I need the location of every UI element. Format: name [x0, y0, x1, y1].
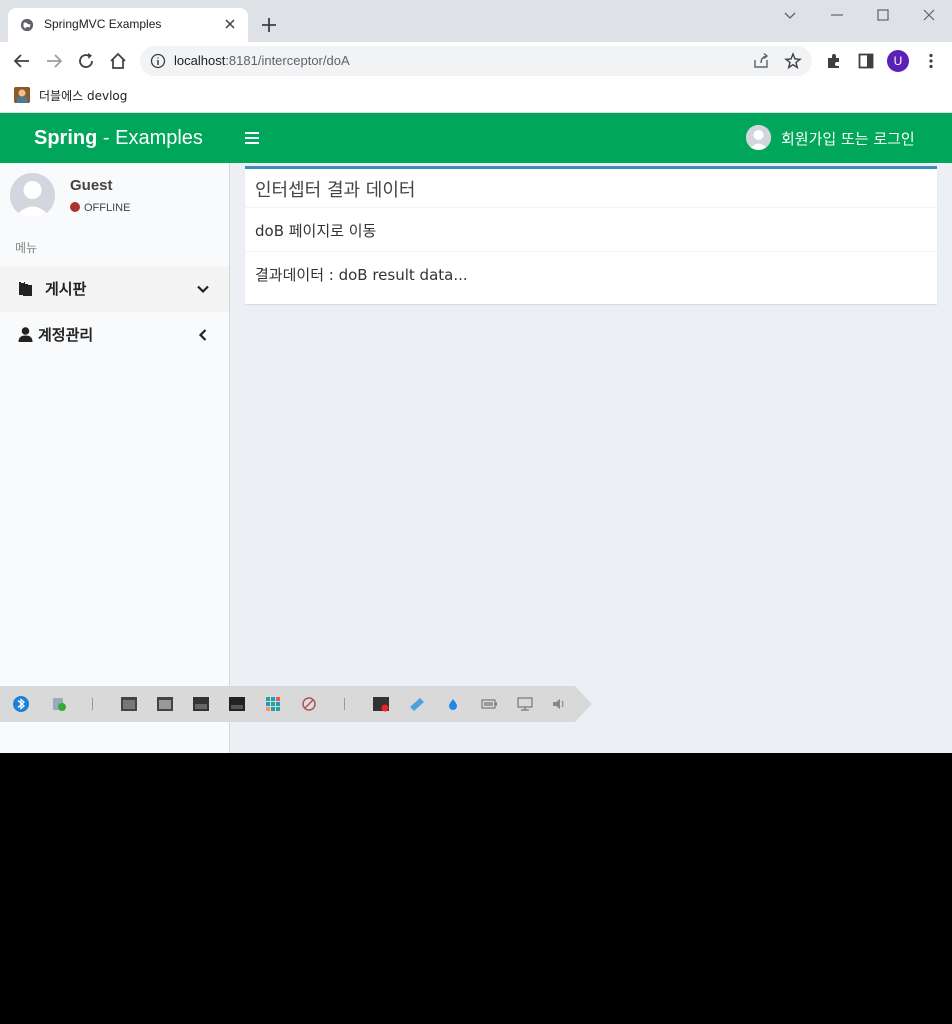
sidebar-item-label: 게시판 [45, 280, 87, 298]
star-icon[interactable] [784, 52, 802, 70]
volume-icon[interactable] [550, 695, 568, 713]
reload-icon[interactable] [76, 51, 96, 71]
tab-search-icon[interactable] [781, 6, 799, 24]
capture-icon[interactable] [408, 695, 426, 713]
tray-separator [344, 698, 345, 710]
top-navbar: 회원가입 또는 로그인 [230, 113, 952, 163]
home-icon[interactable] [108, 51, 128, 71]
bluetooth-icon[interactable] [12, 695, 30, 713]
user-avatar-icon [746, 125, 771, 150]
box-header: 인터셉터 결과 데이터 [245, 169, 937, 208]
url-text: localhost:8181/interceptor/doA [174, 53, 350, 68]
memory-monitor-icon[interactable] [156, 695, 174, 713]
menu-header: 메뉴 [15, 241, 38, 255]
result-data-text: 결과데이터 : doB result data... [255, 266, 468, 284]
bookmark-label: 더블에스 devlog [39, 89, 128, 103]
avatar [10, 173, 55, 218]
network-monitor-icon[interactable] [228, 695, 246, 713]
bookmark-favicon-icon [14, 87, 30, 103]
globe-icon [20, 18, 34, 32]
address-bar[interactable]: localhost:8181/interceptor/doA [140, 46, 812, 76]
tab-strip: SpringMVC Examples [0, 0, 952, 42]
url-path: :8181/interceptor/doA [225, 53, 350, 68]
network-drive-icon[interactable] [50, 695, 68, 713]
share-icon[interactable] [752, 52, 770, 70]
brand-rest: - Examples [97, 127, 203, 149]
user-panel: Guest OFFLINE [0, 163, 229, 229]
tray-separator [92, 698, 93, 710]
result-box: 인터셉터 결과 데이터 doB 페이지로 이동 결과데이터 : doB resu… [245, 166, 937, 304]
user-name: Guest [70, 177, 113, 194]
browser-window: SpringMVC Examples localhost:8181/interc… [0, 0, 952, 753]
url-host: localhost [174, 53, 226, 68]
info-icon[interactable] [150, 53, 166, 69]
hamburger-icon[interactable] [244, 130, 260, 146]
brand-logo[interactable]: Spring - Examples [0, 113, 230, 163]
cpu-monitor-icon[interactable] [120, 695, 138, 713]
extensions-icon[interactable] [825, 52, 843, 70]
app-grid-icon[interactable] [264, 695, 282, 713]
sidebar-item-board[interactable]: 게시판 [0, 266, 229, 312]
drop-icon[interactable] [444, 695, 462, 713]
status-badge: OFFLINE [70, 202, 130, 214]
tab-active[interactable]: SpringMVC Examples [8, 8, 248, 42]
offline-dot-icon [70, 202, 80, 212]
minimize-icon[interactable] [828, 6, 846, 24]
user-icon [18, 327, 33, 342]
forward-icon[interactable] [44, 51, 64, 71]
tab-title: SpringMVC Examples [44, 17, 162, 31]
new-tab-icon[interactable] [260, 16, 278, 34]
maximize-icon[interactable] [874, 6, 892, 24]
box-title: 인터셉터 결과 데이터 [255, 180, 416, 201]
close-icon[interactable] [222, 16, 238, 32]
brand-bold: Spring [34, 127, 98, 149]
menu-dots-icon[interactable] [922, 52, 940, 70]
box-row: doB 페이지로 이동 [245, 208, 937, 252]
signup-login-link[interactable]: 회원가입 또는 로그인 [746, 125, 936, 151]
disk-monitor-icon[interactable] [192, 695, 210, 713]
browser-toolbar: localhost:8181/interceptor/doA U [0, 42, 952, 80]
sidebar: Guest OFFLINE 메뉴 게시판 계정관리 [0, 163, 230, 753]
screen-record-icon[interactable] [372, 695, 390, 713]
tool-icon[interactable] [300, 695, 318, 713]
floating-taskbar [0, 686, 592, 722]
web-page: Spring - Examples 회원가입 또는 로그인 Guest OFFL… [0, 113, 952, 753]
network-icon[interactable] [516, 695, 534, 713]
sidebar-item-account[interactable]: 계정관리 [0, 312, 229, 358]
profile-avatar[interactable]: U [887, 50, 909, 72]
clipboard-icon [19, 281, 32, 296]
bookmarks-bar: 더블에스 devlog [0, 80, 952, 113]
signup-login-label: 회원가입 또는 로그인 [781, 130, 915, 148]
battery-icon[interactable] [480, 695, 498, 713]
back-icon[interactable] [12, 51, 32, 71]
status-text: OFFLINE [84, 202, 131, 214]
chevron-down-icon [197, 285, 209, 294]
box-row: 결과데이터 : doB result data... [245, 252, 937, 296]
dob-page-link[interactable]: doB 페이지로 이동 [255, 220, 376, 241]
window-close-icon[interactable] [920, 6, 938, 24]
sidebar-item-label: 계정관리 [38, 326, 94, 344]
chevron-left-icon [198, 329, 207, 341]
taskbar-background [0, 686, 592, 722]
side-panel-icon[interactable] [857, 52, 875, 70]
